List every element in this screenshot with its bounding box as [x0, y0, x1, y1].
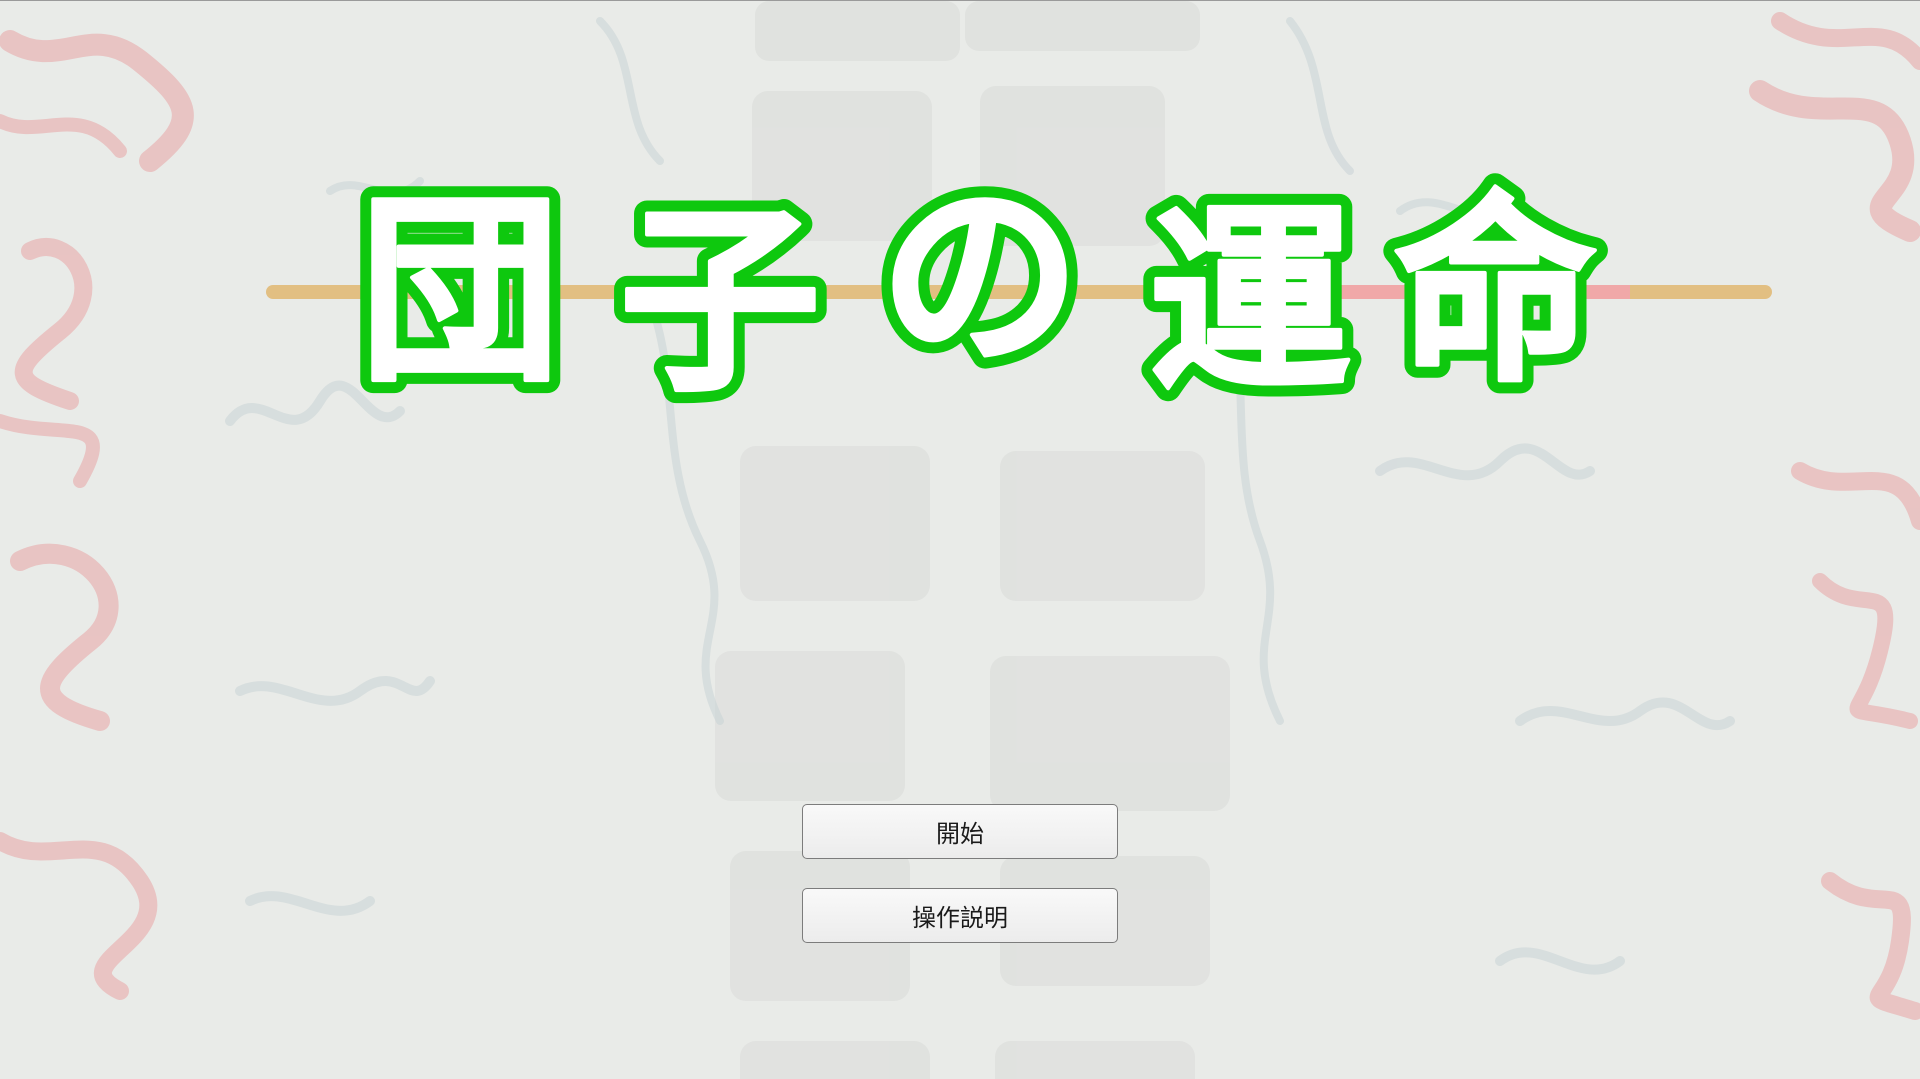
- start-button-label: 開始: [936, 820, 984, 848]
- start-button[interactable]: 開始: [802, 804, 1118, 859]
- title-graphic: 団 子 の 運 命 団 子 の 運 命: [266, 146, 1772, 432]
- instructions-button[interactable]: 操作説明: [802, 888, 1118, 943]
- title-screen: 団 子 の 運 命 団 子 の 運 命 開始 操作説明: [0, 0, 1920, 1079]
- title-char: の: [880, 159, 1080, 394]
- instructions-button-label: 操作説明: [912, 904, 1008, 932]
- title-char: 運: [1150, 184, 1350, 419]
- game-title: 団 子 の 運 命 団 子 の 運 命: [0, 1, 1920, 441]
- title-char: 命: [1395, 174, 1595, 409]
- title-char: 子: [620, 184, 820, 419]
- title-fill-layer: 団 子 の 運 命: [358, 157, 1597, 421]
- title-char: 団: [360, 174, 560, 409]
